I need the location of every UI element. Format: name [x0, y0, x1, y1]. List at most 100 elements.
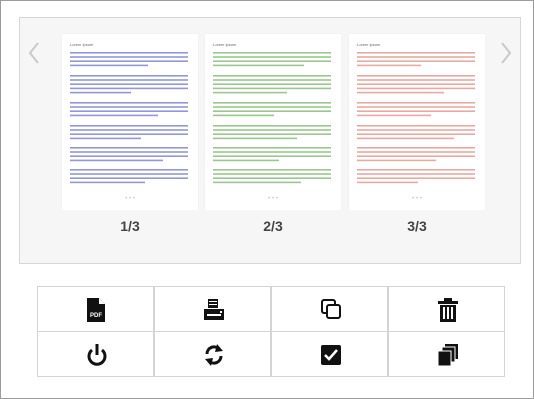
text-line — [213, 159, 279, 162]
page-number-label: 1/3 — [62, 210, 198, 242]
text-line — [213, 106, 331, 108]
text-line — [70, 169, 188, 171]
text-line — [357, 151, 475, 153]
pdf-button[interactable]: PDF — [37, 286, 154, 332]
text-line — [357, 159, 436, 162]
trash-icon — [438, 298, 458, 322]
text-line — [213, 181, 301, 184]
page-thumbnail-1[interactable]: Lorem Ipsum • • • 1/3 — [62, 34, 198, 242]
duplicate-icon — [437, 344, 458, 367]
text-line — [213, 114, 274, 117]
text-line — [70, 75, 188, 77]
page-thumbnail-3[interactable]: Lorem Ipsum • • • 3/3 — [349, 34, 485, 242]
text-line — [357, 110, 475, 112]
page-preview-panel: Lorem Ipsum • • • 1/3 Lorem Ipsum • • • … — [19, 17, 521, 264]
power-icon — [87, 344, 107, 366]
text-line — [213, 56, 331, 58]
text-line — [70, 60, 188, 62]
text-line — [70, 110, 188, 112]
copy-icon — [321, 299, 341, 319]
text-line — [70, 102, 188, 104]
text-line — [213, 83, 331, 85]
text-line — [213, 133, 331, 135]
print-button[interactable] — [154, 286, 271, 332]
text-line — [70, 125, 188, 127]
text-line — [70, 114, 158, 117]
text-line — [213, 177, 331, 179]
check-button[interactable] — [271, 331, 388, 377]
delete-button[interactable] — [388, 286, 505, 332]
app-window: Lorem Ipsum • • • 1/3 Lorem Ipsum • • • … — [0, 0, 534, 399]
power-button[interactable] — [37, 331, 154, 377]
text-line — [357, 114, 431, 117]
duplicate-button[interactable] — [388, 331, 505, 377]
text-line — [357, 133, 475, 135]
text-line — [70, 151, 188, 153]
text-line — [357, 79, 475, 81]
text-line — [357, 87, 475, 90]
text-line — [70, 177, 188, 179]
page-preview: Lorem Ipsum • • • — [205, 34, 341, 210]
pdf-icon: PDF — [87, 298, 105, 322]
text-line — [213, 102, 331, 104]
text-line — [357, 181, 418, 184]
text-line — [70, 129, 188, 131]
text-line — [213, 173, 331, 175]
text-line — [70, 64, 148, 67]
text-line — [70, 147, 188, 149]
text-line — [357, 60, 475, 62]
text-line — [70, 159, 163, 162]
page-dots: • • • — [268, 196, 278, 202]
text-line — [213, 52, 331, 54]
text-line — [357, 75, 475, 77]
text-line — [357, 155, 475, 157]
text-line — [70, 181, 145, 184]
text-line — [70, 87, 188, 90]
text-line — [70, 106, 188, 108]
text-line — [213, 155, 331, 157]
text-line — [357, 173, 475, 175]
text-line — [70, 133, 188, 135]
chevron-right-icon — [501, 42, 512, 64]
page-heading: Lorem Ipsum — [213, 42, 237, 47]
text-line — [70, 52, 188, 54]
copy-button[interactable] — [271, 286, 388, 332]
text-line — [357, 125, 475, 127]
text-line — [70, 79, 188, 81]
text-line — [213, 125, 331, 127]
page-text-lines — [357, 52, 475, 184]
text-line — [70, 173, 188, 175]
text-line — [213, 129, 331, 131]
text-line — [70, 56, 188, 58]
text-line — [357, 137, 454, 140]
page-preview: Lorem Ipsum • • • — [62, 34, 198, 210]
text-line — [70, 137, 141, 140]
page-preview: Lorem Ipsum • • • — [349, 34, 485, 210]
page-text-lines — [213, 52, 331, 184]
text-line — [213, 137, 297, 140]
text-line — [357, 56, 475, 58]
text-line — [213, 151, 331, 153]
text-line — [213, 64, 304, 67]
page-thumbnail-2[interactable]: Lorem Ipsum • • • 2/3 — [205, 34, 341, 242]
page-text-lines — [70, 52, 188, 184]
next-page-button[interactable] — [495, 38, 517, 68]
page-number-label: 2/3 — [205, 210, 341, 242]
text-line — [357, 147, 475, 149]
text-line — [213, 169, 331, 171]
text-line — [357, 177, 475, 179]
text-line — [213, 147, 331, 149]
text-line — [357, 83, 475, 85]
previous-page-button[interactable] — [23, 38, 45, 68]
refresh-button[interactable] — [154, 331, 271, 377]
page-heading: Lorem Ipsum — [357, 42, 381, 47]
text-line — [357, 64, 421, 67]
printer-icon — [204, 299, 224, 320]
text-line — [213, 60, 331, 62]
page-dots: • • • — [412, 196, 422, 202]
text-line — [357, 106, 475, 108]
text-line — [70, 155, 188, 157]
text-line — [213, 87, 331, 90]
text-line — [70, 83, 188, 85]
text-line — [357, 129, 475, 131]
